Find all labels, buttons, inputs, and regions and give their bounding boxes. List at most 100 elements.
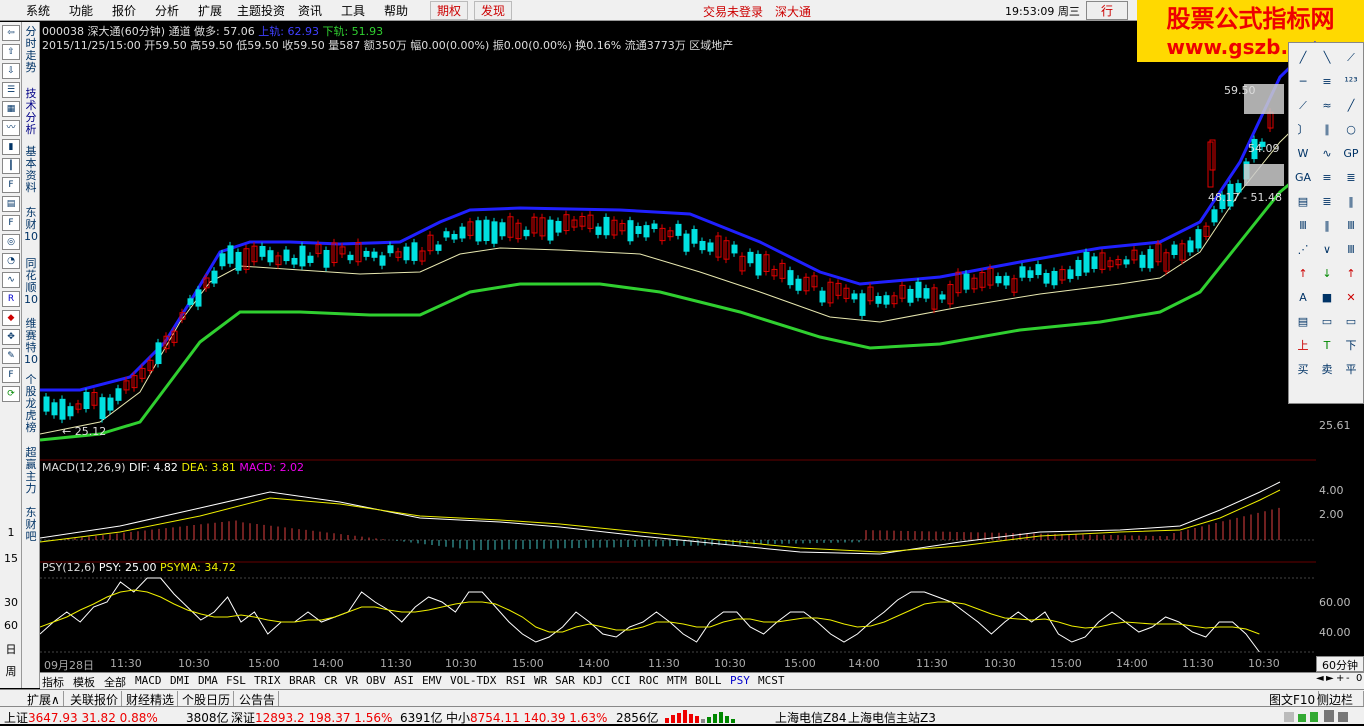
period-1[interactable]: 1 xyxy=(0,526,22,539)
line-chart-icon[interactable]: 〰 xyxy=(2,120,20,136)
period-60[interactable]: 60 xyxy=(0,619,22,632)
draw-tool-37[interactable]: T xyxy=(1317,337,1337,355)
tab-dongcai[interactable]: 东财10 xyxy=(24,207,38,243)
draw-tool-35[interactable]: ▭ xyxy=(1341,313,1361,331)
indicator-tab-cr[interactable]: CR xyxy=(324,674,337,687)
period-day[interactable]: 日 xyxy=(0,641,22,657)
draw-tool-19[interactable]: ≣ xyxy=(1317,193,1337,211)
indicator-tab-roc[interactable]: ROC xyxy=(639,674,659,687)
f12-icon[interactable]: F xyxy=(2,215,20,231)
index-sz[interactable]: 深证12893.2 198.37 1.56% xyxy=(231,709,392,726)
f10-icon[interactable]: F xyxy=(2,177,20,193)
draw-tool-28[interactable]: ↓ xyxy=(1317,265,1337,283)
indicator-tab-dma[interactable]: DMA xyxy=(198,674,218,687)
menu-function[interactable]: 功能 xyxy=(69,2,93,19)
pen-icon[interactable]: ✎ xyxy=(2,348,20,364)
menu-help[interactable]: 帮助 xyxy=(384,2,408,19)
draw-tool-26[interactable]: Ⅲ xyxy=(1341,241,1361,259)
chart-control-4[interactable]: 0 xyxy=(1356,673,1362,684)
draw-tool-4[interactable]: ≡ xyxy=(1317,73,1337,91)
draw-tool-16[interactable]: ≡ xyxy=(1317,169,1337,187)
tab-tonghuashun[interactable]: 同花顺10 xyxy=(24,258,38,306)
menu-analysis[interactable]: 分析 xyxy=(155,2,179,19)
menu-quote[interactable]: 报价 xyxy=(112,2,136,19)
indicator-tab-fsl[interactable]: FSL xyxy=(226,674,246,687)
draw-tool-2[interactable]: ⟋ xyxy=(1341,49,1361,67)
draw-tool-22[interactable]: ‖ xyxy=(1317,217,1337,235)
draw-tool-20[interactable]: ‖ xyxy=(1341,193,1361,211)
tab-weisaite[interactable]: 维赛特10 xyxy=(24,318,38,366)
draw-tool-31[interactable]: ■ xyxy=(1317,289,1337,307)
draw-tool-24[interactable]: ⋰ xyxy=(1293,241,1313,259)
tab-fundamental[interactable]: 基本资料 xyxy=(24,146,38,194)
draw-tool-12[interactable]: W xyxy=(1293,145,1313,163)
draw-tool-6[interactable]: ⟋ xyxy=(1293,97,1313,115)
draw-tool-18[interactable]: ▤ xyxy=(1293,193,1313,211)
indicator-tab-obv[interactable]: OBV xyxy=(366,674,386,687)
pie-icon[interactable]: ◔ xyxy=(2,253,20,269)
move-icon[interactable]: ✥ xyxy=(2,329,20,345)
draw-tool-32[interactable]: ✕ xyxy=(1341,289,1361,307)
draw-tool-27[interactable]: ↑ xyxy=(1293,265,1313,283)
draw-tool-11[interactable]: ○ xyxy=(1341,121,1361,139)
tab-technical[interactable]: 技术分析 xyxy=(24,88,38,136)
draw-tool-30[interactable]: A xyxy=(1293,289,1313,307)
draw-tool-38[interactable]: 下 xyxy=(1341,337,1361,355)
chart-control-3[interactable]: - xyxy=(1346,673,1350,684)
chart-control-0[interactable]: ◄ xyxy=(1316,673,1324,684)
tab-quote-1[interactable]: 行 xyxy=(1086,1,1128,20)
indicator-tab-rsi[interactable]: RSI xyxy=(506,674,526,687)
chart-control-2[interactable]: + xyxy=(1336,673,1344,684)
draw-tool-39[interactable]: 买 xyxy=(1293,361,1313,379)
period-15[interactable]: 15 xyxy=(0,552,22,565)
draw-tool-14[interactable]: GP xyxy=(1341,145,1361,163)
down-icon[interactable]: ⇩ xyxy=(2,63,20,79)
draw-tool-10[interactable]: ∥ xyxy=(1317,121,1337,139)
fund-icon[interactable]: ◎ xyxy=(2,234,20,250)
draw-tool-21[interactable]: Ⅲ xyxy=(1293,217,1313,235)
indicator-tab-vol-tdx[interactable]: VOL-TDX xyxy=(450,674,496,687)
draw-tool-29[interactable]: ↑ xyxy=(1341,265,1361,283)
draw-tool-41[interactable]: 平 xyxy=(1341,361,1361,379)
draw-tool-8[interactable]: ╱ xyxy=(1341,97,1361,115)
indicator-tab-trix[interactable]: TRIX xyxy=(254,674,281,687)
menu-system[interactable]: 系统 xyxy=(26,2,50,19)
indicator-tab-模板[interactable]: 模板 xyxy=(73,674,95,690)
discover-button[interactable]: 发现 xyxy=(474,1,513,20)
indicator-tab-macd[interactable]: MACD xyxy=(135,674,162,687)
menu-theme[interactable]: 主题投资 xyxy=(237,2,285,19)
indicator-tab-wr[interactable]: WR xyxy=(534,674,547,687)
back-icon[interactable]: ⇦ xyxy=(2,25,20,41)
wave-icon[interactable]: ∿ xyxy=(2,272,20,288)
period-selector[interactable]: 60分钟 xyxy=(1316,656,1364,672)
period-week[interactable]: 周 xyxy=(0,663,22,679)
indicator-tab-mtm[interactable]: MTM xyxy=(667,674,687,687)
draw-tool-17[interactable]: ≣ xyxy=(1341,169,1361,187)
draw-tool-0[interactable]: ╱ xyxy=(1293,49,1313,67)
draw-tool-40[interactable]: 卖 xyxy=(1317,361,1337,379)
up-icon[interactable]: ⇧ xyxy=(2,44,20,60)
draw-tool-9[interactable]: 〕 xyxy=(1293,121,1313,139)
indicator-tab-mcst[interactable]: MCST xyxy=(758,674,785,687)
indicator-tab-boll[interactable]: BOLL xyxy=(695,674,722,687)
draw-tool-1[interactable]: ╲ xyxy=(1317,49,1337,67)
indicator-tab-emv[interactable]: EMV xyxy=(422,674,442,687)
bar-chart-icon[interactable]: ▮ xyxy=(2,139,20,155)
draw-tool-23[interactable]: Ⅲ xyxy=(1341,217,1361,235)
indicator-tab-全部[interactable]: 全部 xyxy=(104,674,126,690)
table-icon[interactable]: ▤ xyxy=(2,196,20,212)
draw-tool-7[interactable]: ≈ xyxy=(1317,97,1337,115)
index-zx[interactable]: 中小8754.11 140.39 1.63% xyxy=(446,709,607,726)
indicator-tab-asi[interactable]: ASI xyxy=(394,674,414,687)
signal-icon[interactable]: ◆ xyxy=(2,310,20,326)
indicator-tab-cci[interactable]: CCI xyxy=(611,674,631,687)
index-sh[interactable]: 上证3647.93 31.82 0.88% xyxy=(4,709,158,726)
draw-tool-5[interactable]: ¹²³ xyxy=(1341,73,1361,91)
menu-tools[interactable]: 工具 xyxy=(341,2,365,19)
trade-status[interactable]: 交易未登录 xyxy=(703,3,763,20)
draw-tool-25[interactable]: ∨ xyxy=(1317,241,1337,259)
grid-icon[interactable]: ▦ xyxy=(2,101,20,117)
tab-longhu[interactable]: 个股龙虎榜 xyxy=(24,374,38,434)
draw-tool-34[interactable]: ▭ xyxy=(1317,313,1337,331)
tab-dongcaiba[interactable]: 东财吧 xyxy=(24,507,38,543)
